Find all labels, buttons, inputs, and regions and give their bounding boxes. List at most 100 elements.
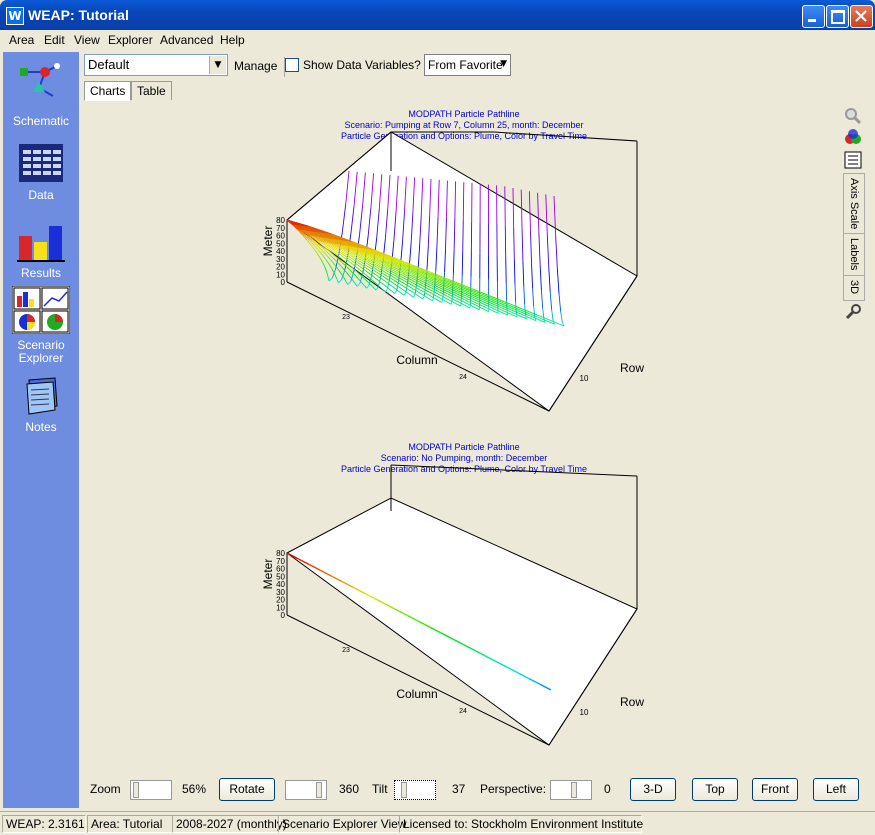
view-left-button[interactable]: Left <box>813 778 859 801</box>
weap-app-icon: W <box>6 7 24 25</box>
pathline-segment <box>328 278 329 281</box>
pathline-segment <box>363 284 366 288</box>
favorite-select-value: Default <box>88 57 129 72</box>
sidebar-label-notes: Notes <box>3 420 79 434</box>
pathline-segment <box>347 267 351 271</box>
menu-advanced[interactable]: Advanced <box>160 33 213 47</box>
sidebar-label-schematic: Schematic <box>3 114 79 128</box>
chart1-subtitle1: Scenario: Pumping at Row 7, Column 25, m… <box>344 120 583 130</box>
zoom-icon[interactable] <box>844 107 862 125</box>
sidebar-label-data: Data <box>3 188 79 202</box>
zoom-value: 56% <box>182 782 206 796</box>
manage-link[interactable]: Manage <box>234 59 277 73</box>
chart2-col-tick-24: 24 <box>459 708 467 715</box>
chart1-yticks: 80706050403020100 <box>276 216 285 287</box>
menu-help[interactable]: Help <box>220 33 245 47</box>
menu-area[interactable]: Area <box>9 33 34 47</box>
pathline-segment <box>462 251 463 275</box>
pathline-segment <box>463 182 464 220</box>
zoom-label: Zoom <box>90 782 121 796</box>
from-favorite-label: From Favorite <box>428 58 503 72</box>
menu-explorer[interactable]: Explorer <box>108 33 153 47</box>
color-icon[interactable] <box>844 129 862 147</box>
pathline-segment <box>323 263 325 267</box>
chart-no-pumping: MODPATH Particle Pathline Scenario: No P… <box>261 442 644 745</box>
pathline-segment <box>318 255 321 259</box>
tab-charts[interactable]: Charts <box>84 81 131 101</box>
rotate-button[interactable]: Rotate <box>219 778 275 801</box>
chevron-down-icon[interactable]: ▼ <box>209 56 226 74</box>
pathline-segment <box>338 280 341 283</box>
tilt-slider[interactable] <box>394 780 436 800</box>
pathline-segment <box>326 271 327 275</box>
pathline-segment <box>319 251 323 256</box>
sidebar-item-schematic[interactable]: Schematic <box>3 58 79 128</box>
pathline-segment <box>332 268 334 272</box>
pathline-segment <box>335 276 337 280</box>
maximize-icon <box>831 10 845 24</box>
sidebar-label-results: Results <box>3 266 79 280</box>
chart-panel: MODPATH Particle Pathline Scenario: Pump… <box>84 101 840 771</box>
sidebar-item-results[interactable]: Results <box>3 216 79 286</box>
maximize-button[interactable] <box>826 5 849 28</box>
tilt-label: Tilt <box>372 782 388 796</box>
3d-label: 3D <box>848 280 860 294</box>
pathline-segment <box>325 267 326 271</box>
minimize-button[interactable] <box>802 5 825 28</box>
sidebar-item-data[interactable]: Data <box>3 138 79 208</box>
axis-scale-label: Axis Scale <box>848 178 860 229</box>
tab-table[interactable]: Table <box>131 81 172 100</box>
chart2-subtitle1: Scenario: No Pumping, month: December <box>381 453 548 463</box>
pathline-segment <box>346 281 348 285</box>
slider-thumb[interactable] <box>401 782 407 798</box>
slider-thumb[interactable] <box>316 782 322 798</box>
slider-thumb[interactable] <box>571 782 577 798</box>
rotate-slider[interactable] <box>285 780 327 800</box>
tab-axis-scale[interactable]: Axis Scale <box>843 173 865 235</box>
legend-icon[interactable] <box>844 151 862 169</box>
chart2-title: MODPATH Particle Pathline <box>408 442 519 452</box>
favorite-select[interactable]: Default ▼ <box>84 54 228 76</box>
view-3d-button[interactable]: 3-D <box>630 778 676 801</box>
sidebar-item-scenario-explorer[interactable]: Scenario Explorer <box>3 286 79 366</box>
y-tick-label: 0 <box>281 278 286 287</box>
pathline-charts: MODPATH Particle Pathline Scenario: Pump… <box>84 101 840 771</box>
status-view: Scenario Explorer View <box>278 815 400 833</box>
tab-labels[interactable]: Labels <box>843 233 865 277</box>
pathline-segment <box>321 259 323 263</box>
pathline-segment <box>348 275 351 279</box>
pathline-segment <box>327 274 328 277</box>
pathline-segment <box>329 278 332 281</box>
zoom-slider[interactable] <box>130 780 172 800</box>
pathline-segment <box>354 283 357 287</box>
show-data-variables-checkbox[interactable] <box>285 58 299 72</box>
menu-edit[interactable]: Edit <box>44 33 65 47</box>
from-favorite-select[interactable]: From Favorite ▼ <box>424 54 511 76</box>
pathline-segment <box>356 276 360 280</box>
chart2-row-tick-10: 10 <box>580 708 589 717</box>
view-top-button[interactable]: Top <box>692 778 738 801</box>
status-area: Area: Tutorial <box>87 815 173 833</box>
sidebar-label-explorer: Explorer <box>3 351 79 365</box>
results-icon <box>17 220 65 264</box>
menu-view[interactable]: View <box>74 33 100 47</box>
sidebar-item-notes[interactable]: Notes <box>3 374 79 444</box>
y-tick-label: 0 <box>281 611 286 620</box>
view-front-button[interactable]: Front <box>752 778 798 801</box>
pathline-segment <box>462 275 463 292</box>
rotate-value: 360 <box>339 782 359 796</box>
view-bar: Schematic Data Results <box>3 52 79 808</box>
close-button[interactable] <box>850 5 873 28</box>
perspective-value: 0 <box>604 782 611 796</box>
pathline-segment <box>463 220 464 251</box>
slider-thumb[interactable] <box>133 782 139 798</box>
pathline-segment <box>326 260 329 264</box>
perspective-label: Perspective: <box>480 782 546 796</box>
wrench-icon[interactable] <box>844 303 862 321</box>
close-icon <box>851 6 872 27</box>
chart1-zaxis-label: Row <box>620 361 644 375</box>
pathline-segment <box>337 262 341 267</box>
labels-label: Labels <box>848 238 860 270</box>
perspective-slider[interactable] <box>550 780 592 800</box>
tab-3d[interactable]: 3D <box>843 275 865 301</box>
